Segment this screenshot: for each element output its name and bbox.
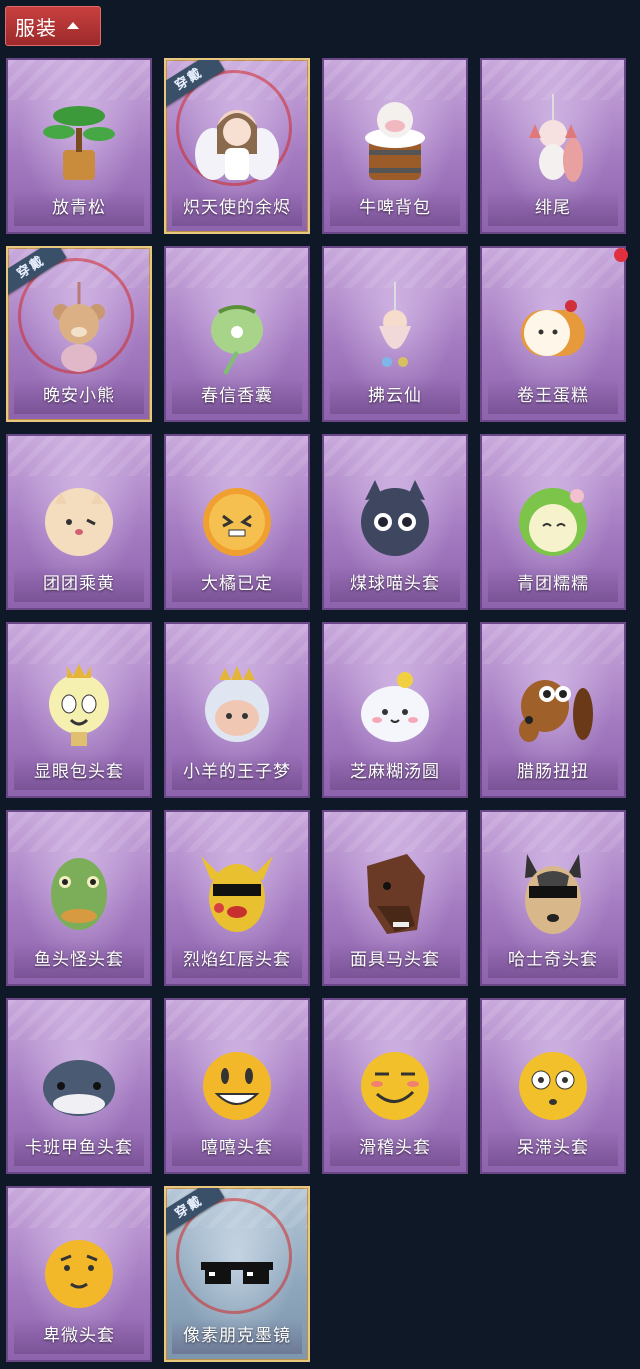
green-dumpling-head-icon <box>505 470 601 566</box>
item-label: 牛啤背包 <box>359 198 431 217</box>
item-label: 嘻嘻头套 <box>201 1138 273 1157</box>
teddy-bear-pendant-icon <box>31 282 127 378</box>
fairy-pendant-icon <box>347 282 443 378</box>
item-label: 放青松 <box>52 198 106 217</box>
item-card[interactable]: 卷王蛋糕 <box>480 246 626 422</box>
smirk-emoji-head-icon <box>347 1034 443 1130</box>
item-label: 绯尾 <box>535 198 571 217</box>
item-card[interactable]: 绯尾 <box>480 58 626 234</box>
husky-sunglasses-head-icon <box>505 846 601 942</box>
item-card[interactable]: 小羊的王子梦 <box>164 622 310 798</box>
humble-emoji-head-icon <box>31 1222 127 1318</box>
item-label: 青团糯糯 <box>517 574 589 593</box>
item-label: 小羊的王子梦 <box>183 762 291 781</box>
item-label: 像素朋克墨镜 <box>183 1326 291 1345</box>
item-card[interactable]: 腊肠扭扭 <box>480 622 626 798</box>
round-creature-head-icon <box>31 470 127 566</box>
item-card[interactable]: 哈士奇头套 <box>480 810 626 986</box>
item-label: 卡班甲鱼头套 <box>25 1138 133 1157</box>
fish-head-mask-icon <box>31 846 127 942</box>
item-card[interactable]: 芝麻糊汤圆 <box>322 622 468 798</box>
item-label: 晚安小熊 <box>43 386 115 405</box>
item-card[interactable]: 卑微头套 <box>6 1186 152 1362</box>
item-card[interactable]: 拂云仙 <box>322 246 468 422</box>
tab-clothing-label: 服装 <box>15 17 57 40</box>
chevron-up-icon <box>67 21 79 29</box>
item-card[interactable]: 煤球喵头套 <box>322 434 468 610</box>
roll-cake-icon <box>505 282 601 378</box>
item-card[interactable]: 面具马头套 <box>322 810 468 986</box>
rice-ball-head-icon <box>347 658 443 754</box>
item-label: 卷王蛋糕 <box>517 386 589 405</box>
sachet-icon <box>189 282 285 378</box>
item-label: 鱼头怪头套 <box>34 950 124 969</box>
item-card[interactable]: 嘻嘻头套 <box>164 998 310 1174</box>
item-card[interactable]: 穿戴 晚安小熊 <box>6 246 152 422</box>
item-label: 腊肠扭扭 <box>517 762 589 781</box>
item-label: 呆滞头套 <box>517 1138 589 1157</box>
item-label: 卑微头套 <box>43 1326 115 1345</box>
item-label: 拂云仙 <box>368 386 422 405</box>
item-label: 面具马头套 <box>350 950 440 969</box>
item-card[interactable]: 穿戴 像素朋克墨镜 <box>164 1186 310 1362</box>
whale-head-icon <box>31 1034 127 1130</box>
item-card[interactable]: 牛啤背包 <box>322 58 468 234</box>
cow-beer-backpack-icon <box>347 94 443 190</box>
fox-tail-pendant-icon <box>505 94 601 190</box>
item-label: 哈士奇头套 <box>508 950 598 969</box>
orange-head-icon <box>189 470 285 566</box>
item-label: 炽天使的余烬 <box>183 198 291 217</box>
horse-head-mask-icon <box>347 846 443 942</box>
item-card[interactable]: 显眼包头套 <box>6 622 152 798</box>
item-label: 显眼包头套 <box>34 762 124 781</box>
item-card[interactable]: 团团乘黄 <box>6 434 152 610</box>
item-label: 滑稽头套 <box>359 1138 431 1157</box>
item-card[interactable]: 放青松 <box>6 58 152 234</box>
item-card[interactable]: 春信香囊 <box>164 246 310 422</box>
item-label: 春信香囊 <box>201 386 273 405</box>
item-card[interactable]: 卡班甲鱼头套 <box>6 998 152 1174</box>
item-label: 煤球喵头套 <box>350 574 440 593</box>
item-card[interactable]: 呆滞头套 <box>480 998 626 1174</box>
item-label: 团团乘黄 <box>43 574 115 593</box>
item-card[interactable]: 滑稽头套 <box>322 998 468 1174</box>
angel-pendant-icon <box>189 94 285 190</box>
item-label: 烈焰红唇头套 <box>183 950 291 969</box>
sheep-crown-head-icon <box>189 658 285 754</box>
pixel-sunglasses-icon <box>189 1222 285 1318</box>
pikachu-sunglasses-head-icon <box>189 846 285 942</box>
dazed-emoji-head-icon <box>505 1034 601 1130</box>
bonsai-pine-icon <box>31 94 127 190</box>
notification-dot <box>614 248 628 262</box>
item-card[interactable]: 鱼头怪头套 <box>6 810 152 986</box>
item-label: 芝麻糊汤圆 <box>350 762 440 781</box>
item-card[interactable]: 青团糯糯 <box>480 434 626 610</box>
item-card[interactable]: 大橘已定 <box>164 434 310 610</box>
tab-clothing[interactable]: 服装 <box>5 6 101 46</box>
item-label: 大橘已定 <box>201 574 273 593</box>
lightbulb-head-icon <box>31 658 127 754</box>
dachshund-head-icon <box>505 658 601 754</box>
black-cat-head-icon <box>347 470 443 566</box>
grin-emoji-head-icon <box>189 1034 285 1130</box>
item-card[interactable]: 烈焰红唇头套 <box>164 810 310 986</box>
item-card[interactable]: 穿戴 炽天使的余烬 <box>164 58 310 234</box>
